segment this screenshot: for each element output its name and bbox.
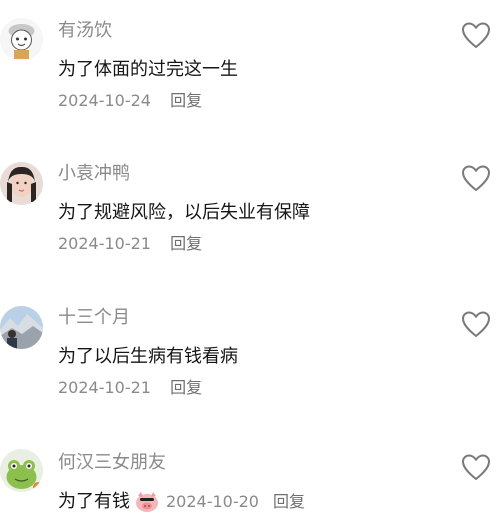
comment-meta: 2024-10-24 回复: [58, 90, 202, 112]
username[interactable]: 有汤饮: [58, 20, 112, 42]
like-button[interactable]: [460, 163, 492, 193]
heart-icon: [461, 311, 491, 338]
comment-text: 为了以后生病有钱看病: [58, 346, 238, 367]
comment-date: 2024-10-21: [58, 234, 151, 253]
heart-icon: [461, 165, 491, 192]
like-button[interactable]: [460, 452, 492, 482]
reply-button[interactable]: 回复: [170, 234, 202, 253]
comment-date: 2024-10-20: [166, 492, 259, 511]
heart-icon: [461, 454, 491, 481]
comment-item: 何汉三女朋友 为了有钱 2024-10-20 回复: [0, 430, 500, 518]
user-avatar[interactable]: [0, 306, 43, 349]
reply-button[interactable]: 回复: [170, 378, 202, 397]
comment-item: 十三个月 为了以后生病有钱看病 2024-10-21 回复: [0, 287, 500, 417]
username[interactable]: 何汉三女朋友: [58, 452, 166, 474]
comment-meta: 2024-10-21 回复: [58, 377, 202, 399]
username[interactable]: 十三个月: [58, 307, 130, 329]
comment-date: 2024-10-24: [58, 91, 151, 110]
comment-text: 为了规避风险，以后失业有保障: [58, 202, 310, 223]
comment-row: 为了有钱 2024-10-20 回复: [58, 490, 305, 514]
username[interactable]: 小袁冲鸭: [58, 163, 130, 185]
user-avatar[interactable]: [0, 449, 43, 492]
comment-item: 小袁冲鸭 为了规避风险，以后失业有保障 2024-10-21 回复: [0, 143, 500, 273]
comment-text: 为了体面的过完这一生: [58, 59, 238, 80]
like-button[interactable]: [460, 20, 492, 50]
comment-date: 2024-10-21: [58, 378, 151, 397]
user-avatar[interactable]: [0, 18, 43, 61]
comment-text: 为了有钱: [58, 491, 130, 512]
comment-item: 有汤饮 为了体面的过完这一生 2024-10-24 回复: [0, 0, 500, 130]
comment-meta: 2024-10-21 回复: [58, 233, 202, 255]
user-avatar[interactable]: [0, 162, 43, 205]
heart-icon: [461, 22, 491, 49]
reply-button[interactable]: 回复: [273, 490, 305, 514]
pig-face-emoji-icon: [136, 492, 158, 512]
like-button[interactable]: [460, 309, 492, 339]
reply-button[interactable]: 回复: [170, 91, 202, 110]
